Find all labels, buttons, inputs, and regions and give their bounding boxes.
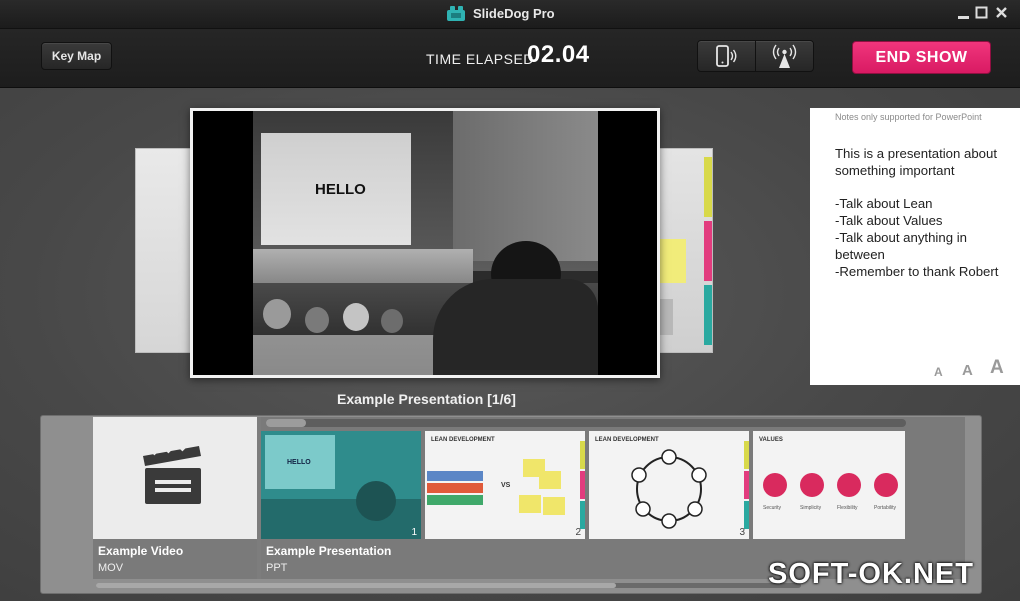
minimize-icon [958,16,969,19]
end-show-button[interactable]: END SHOW [852,41,991,74]
slide-photo: HELLO [253,111,598,375]
slide-number: 2 [575,527,581,538]
value-label: Security [763,505,782,511]
playlist-items: Example Video MOV HELLO 1 LEAN DEVELOPME… [93,417,965,579]
title-bar: SlideDog Pro [0,0,1020,29]
slide-thumbnail-4[interactable]: VALUES Security Simplicity Flexibility P… [753,431,905,539]
slide-number: 3 [739,527,745,538]
slide-hello-text: HELLO [315,181,366,198]
current-slide[interactable]: HELLO [190,108,660,378]
broadcast-button[interactable] [755,40,814,72]
time-elapsed-label: TIME ELAPSED [426,51,534,67]
notes-hint: Notes only supported for PowerPoint [835,112,982,122]
playlist-item-presentation[interactable]: HELLO 1 LEAN DEVELOPMENT VS 2 LEAN DEVEL… [261,417,965,579]
thumb-heading: LEAN DEVELOPMENT [595,437,659,443]
font-size-medium-button[interactable]: A [962,362,973,379]
speaker-notes-panel: Notes only supported for PowerPoint This… [810,108,1020,385]
presentation-type: PPT [266,562,288,574]
video-thumbnail [93,417,257,539]
watermark: SOFT-OK.NET [768,558,974,590]
cycle-diagram-icon [631,449,707,529]
remote-button-group [697,40,814,72]
thumb-vs-text: VS [501,482,511,489]
thumbnail-scrollbar[interactable] [266,419,906,427]
playlist-scroll-thumb[interactable] [96,583,616,588]
value-label: Flexibility [837,505,858,511]
notes-text: This is a presentation about something i… [835,146,999,279]
close-button[interactable] [993,4,1011,22]
font-size-small-button[interactable]: A [934,365,943,379]
video-type: MOV [98,562,124,574]
value-label: Portability [874,505,896,511]
close-icon [996,7,1007,18]
maximize-icon [975,6,988,19]
key-map-button[interactable]: Key Map [41,42,112,70]
slide-thumbnail-3[interactable]: LEAN DEVELOPMENT 3 [589,431,749,539]
thumb-heading: VALUES [759,437,783,443]
thumbnail-scroll-thumb[interactable] [266,419,306,427]
presentation-caption: Example Presentation [1/6] [337,391,516,407]
phone-remote-icon [716,45,737,67]
thumb-heading: LEAN DEVELOPMENT [431,437,495,443]
window-title: SlideDog Pro [473,6,555,21]
maximize-button[interactable] [973,4,991,22]
slide-thumbnail-1[interactable]: HELLO 1 [261,431,421,539]
presentation-stage: HELLO Example Presentation [1/6] Notes o… [0,88,1020,601]
presentation-title: Example Presentation [266,544,392,558]
playlist-scrollbar[interactable] [96,583,801,588]
value-label: Simplicity [800,505,822,511]
time-elapsed-value: 02.04 [527,41,590,68]
thumb-hello-text: HELLO [287,459,311,466]
minimize-button[interactable] [955,4,973,22]
slidedog-logo-icon [447,6,465,21]
presenter-toolbar: Key Map TIME ELAPSED 02.04 END SHOW [0,29,1020,88]
font-size-large-button[interactable]: A [990,357,1004,379]
phone-remote-button[interactable] [697,40,756,72]
clapperboard-icon [143,440,201,504]
broadcast-icon [772,44,797,68]
slide-number: 1 [411,527,417,538]
playlist-item-video[interactable]: Example Video MOV [93,417,257,579]
video-title: Example Video [98,544,184,558]
slide-thumbnail-2[interactable]: LEAN DEVELOPMENT VS 2 [425,431,585,539]
